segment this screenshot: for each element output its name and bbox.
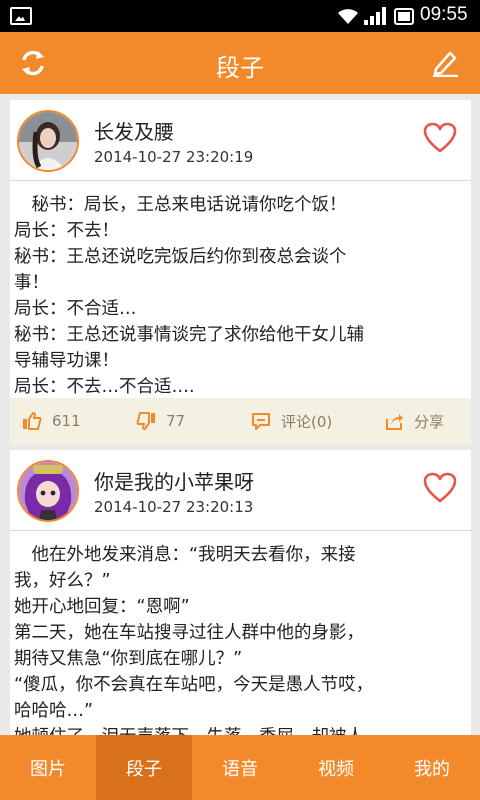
thumbs-down-icon bbox=[136, 412, 155, 430]
tab-pictures[interactable]: 图片 bbox=[0, 735, 96, 800]
comment-button[interactable]: 评论(0) bbox=[251, 398, 332, 444]
divider bbox=[10, 530, 471, 531]
thumbs-up-icon bbox=[23, 412, 42, 430]
status-bar: 09:55 bbox=[0, 0, 480, 32]
heart-icon[interactable] bbox=[423, 122, 457, 154]
page-title: 段子 bbox=[216, 54, 264, 82]
username[interactable]: 长发及腰 bbox=[94, 116, 174, 145]
tab-jokes[interactable]: 段子 bbox=[96, 735, 192, 800]
like-button[interactable]: 611 bbox=[22, 398, 81, 444]
tab-video[interactable]: 视频 bbox=[288, 735, 384, 800]
heart-icon[interactable] bbox=[423, 472, 457, 504]
dislike-count: 77 bbox=[166, 412, 186, 430]
divider bbox=[10, 180, 471, 181]
share-icon bbox=[386, 414, 403, 430]
like-count: 611 bbox=[52, 412, 81, 430]
tab-mine[interactable]: 我的 bbox=[384, 735, 480, 800]
clock: 09:55 bbox=[420, 4, 468, 25]
app-header: 段子 bbox=[0, 32, 480, 94]
feed[interactable]: 长发及腰 2014-10-27 23:20:19 秘书：局长，王总来电话说请你吃… bbox=[0, 94, 480, 735]
share-button[interactable]: 分享 bbox=[384, 398, 444, 444]
comment-label: 评论(0) bbox=[281, 412, 333, 431]
post-card: 长发及腰 2014-10-27 23:20:19 秘书：局长，王总来电话说请你吃… bbox=[10, 100, 471, 444]
avatar[interactable] bbox=[17, 110, 79, 172]
avatar[interactable] bbox=[17, 460, 79, 522]
share-label: 分享 bbox=[414, 412, 445, 431]
post-card: 你是我的小苹果呀 2014-10-27 23:20:13 他在外地发来消息：“我… bbox=[10, 450, 471, 735]
action-bar: 611 77 评论(0) 分享 bbox=[10, 398, 471, 444]
comment-icon bbox=[252, 413, 270, 430]
dislike-button[interactable]: 77 bbox=[136, 398, 185, 444]
signal-icon bbox=[364, 7, 386, 25]
edit-icon[interactable] bbox=[430, 47, 460, 77]
post-text: 他在外地发来消息：“我明天去看你，来接 我，好么？” 她开心地回复：“恩啊” 第… bbox=[14, 545, 374, 735]
post-date: 2014-10-27 23:20:19 bbox=[94, 148, 254, 166]
post-date: 2014-10-27 23:20:13 bbox=[94, 498, 254, 516]
username[interactable]: 你是我的小苹果呀 bbox=[94, 466, 254, 495]
bottom-tab-bar: 图片 段子 语音 视频 我的 bbox=[0, 735, 480, 800]
wifi-icon bbox=[338, 9, 358, 24]
image-notification-icon bbox=[10, 7, 32, 25]
battery-icon bbox=[394, 8, 414, 25]
post-text: 秘书：局长，王总来电话说请你吃个饭！ 局长：不去！ 秘书：王总还说吃完饭后约你到… bbox=[14, 195, 364, 397]
tab-voice[interactable]: 语音 bbox=[192, 735, 288, 800]
